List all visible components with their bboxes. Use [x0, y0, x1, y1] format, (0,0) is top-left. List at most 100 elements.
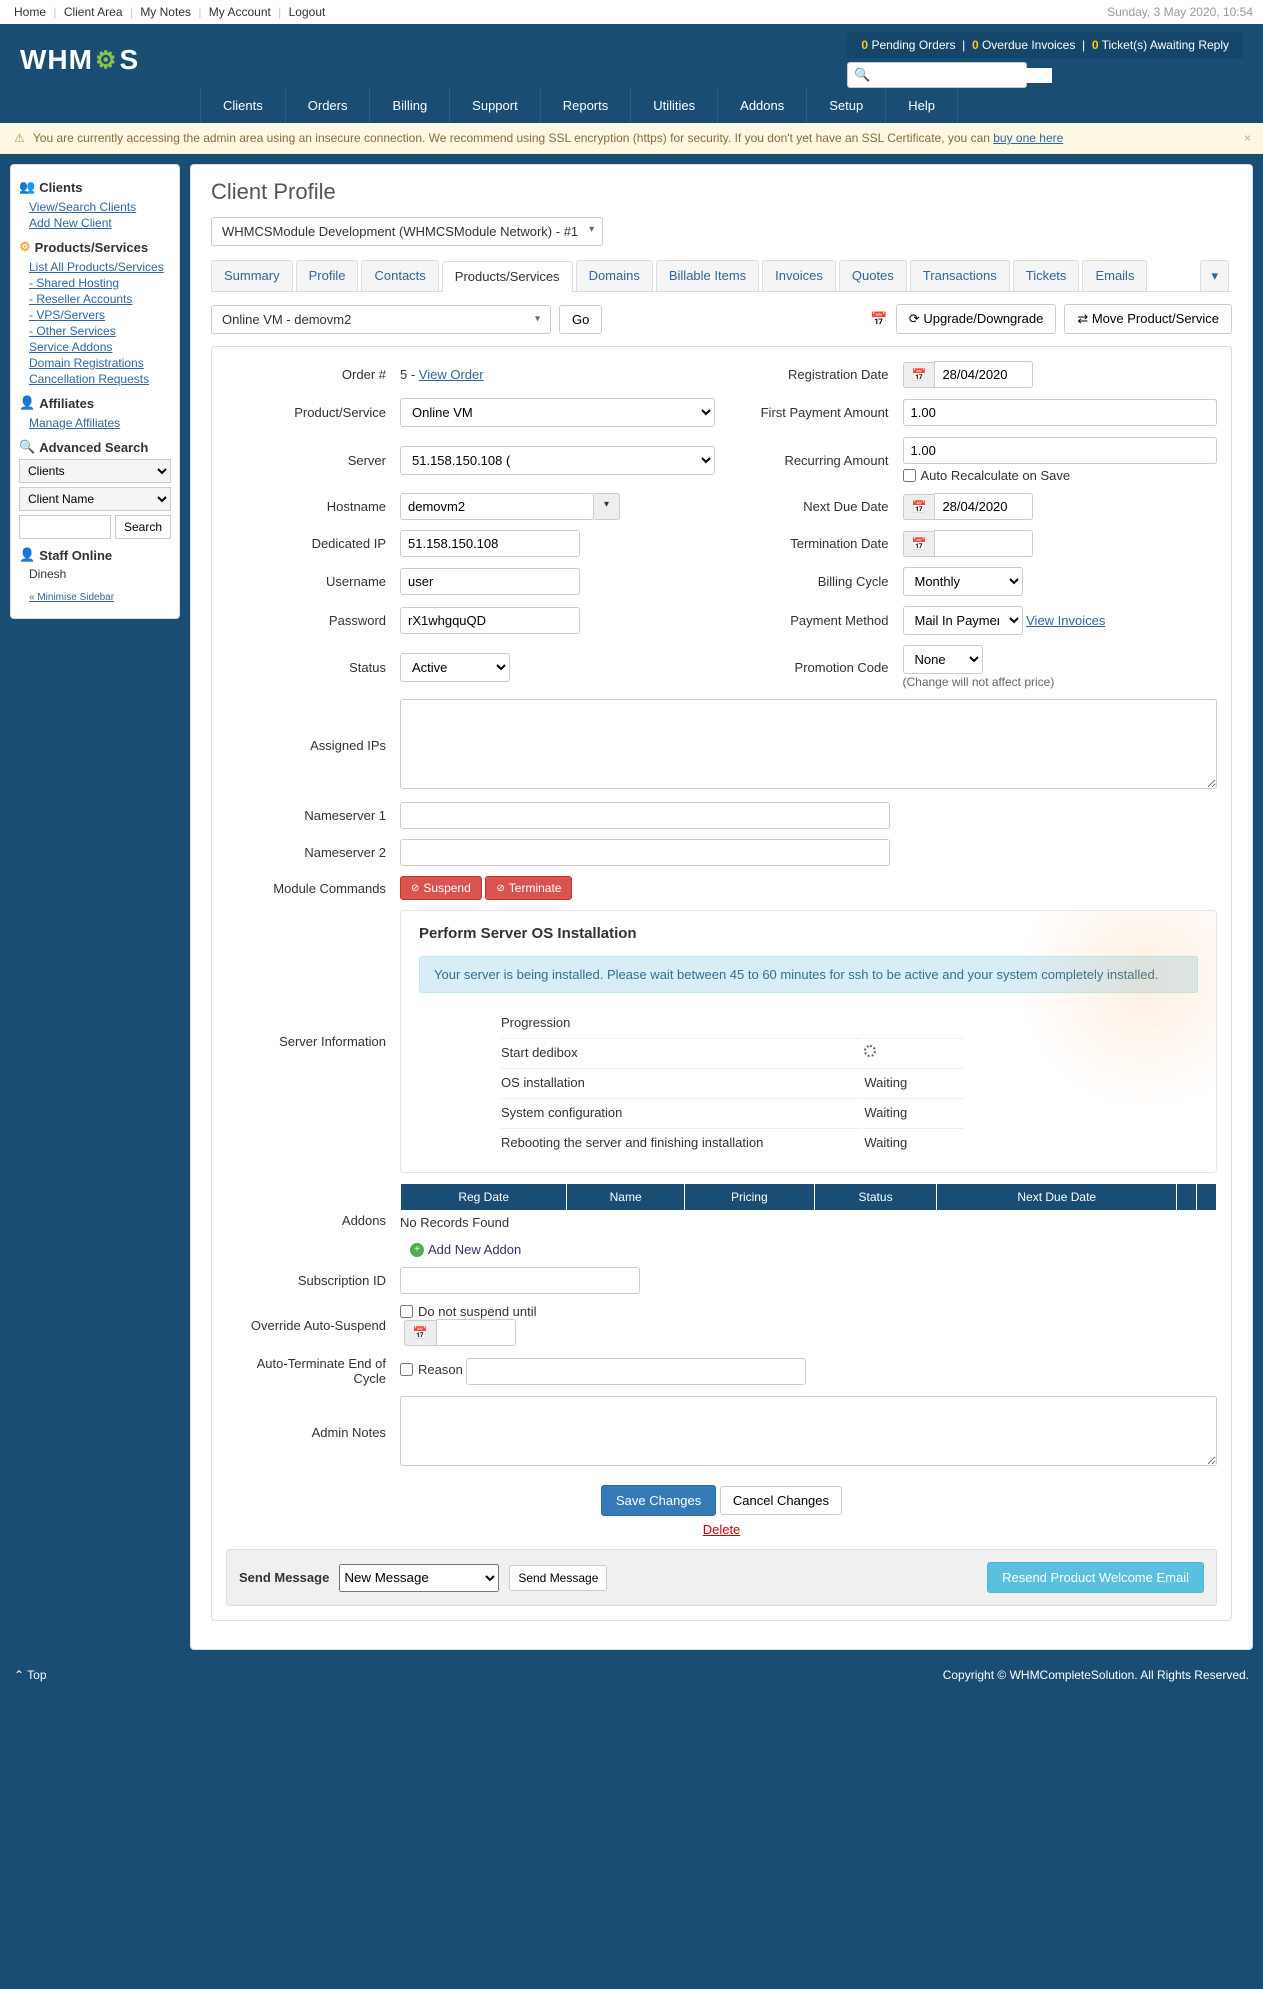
advsearch-type[interactable]: Clients	[19, 459, 171, 483]
sendmsg-button[interactable]: Send Message	[509, 1565, 607, 1591]
minimise-sidebar[interactable]: « Minimise Sidebar	[19, 591, 171, 604]
top-myaccount[interactable]: My Account	[205, 5, 275, 19]
global-search[interactable]: 🔍	[847, 62, 1027, 88]
hostname-input[interactable]	[400, 493, 594, 520]
go-button[interactable]: Go	[559, 305, 602, 334]
cancel-button[interactable]: Cancel Changes	[720, 1486, 842, 1515]
nav-addons[interactable]: Addons	[717, 88, 806, 123]
server-select[interactable]: 51.158.150.108 (	[400, 446, 715, 475]
close-warning[interactable]: ×	[1244, 131, 1251, 145]
terminate-button[interactable]: ⊘Terminate	[485, 876, 572, 900]
firstpay-input[interactable]	[903, 399, 1218, 426]
tab-summary[interactable]: Summary	[211, 260, 293, 291]
tab-invoices[interactable]: Invoices	[762, 260, 836, 291]
back-to-top[interactable]: ⌃ Top	[14, 1668, 47, 1682]
nav-reports[interactable]: Reports	[540, 88, 631, 123]
sidebar-add-client[interactable]: Add New Client	[19, 215, 171, 231]
autorecalc-check[interactable]	[903, 469, 916, 482]
tab-emails[interactable]: Emails	[1082, 260, 1147, 291]
recurring-input[interactable]	[903, 437, 1218, 464]
nav-billing[interactable]: Billing	[369, 88, 449, 123]
autoterm-reason[interactable]	[466, 1358, 806, 1385]
upgrade-button[interactable]: ⟳ Upgrade/Downgrade	[896, 304, 1056, 334]
tab-more[interactable]: ▾	[1200, 260, 1229, 291]
sidebar-vps[interactable]: - VPS/Servers	[19, 307, 171, 323]
calendar-icon: 📅	[404, 1320, 436, 1346]
staff-icon: 👤	[19, 547, 35, 563]
copyright: Copyright © WHMCompleteSolution. All Rig…	[943, 1668, 1249, 1682]
add-addon-link[interactable]: +Add New Addon	[410, 1242, 1217, 1257]
sidebar-other[interactable]: - Other Services	[19, 323, 171, 339]
sendmsg-select[interactable]: New Message	[339, 1564, 499, 1592]
override-date[interactable]	[436, 1319, 516, 1346]
tab-quotes[interactable]: Quotes	[839, 260, 907, 291]
global-search-input[interactable]	[875, 68, 1052, 83]
top-mynotes[interactable]: My Notes	[136, 5, 195, 19]
sidebar-cancellations[interactable]: Cancellation Requests	[19, 371, 171, 387]
view-invoices-link[interactable]: View Invoices	[1026, 613, 1105, 628]
ns1-input[interactable]	[400, 802, 890, 829]
product-select[interactable]: Online VM	[400, 398, 715, 427]
resend-welcome-button[interactable]: Resend Product Welcome Email	[987, 1562, 1204, 1593]
pending-bar[interactable]: 0 Pending Orders | 0 Overdue Invoices | …	[847, 32, 1243, 58]
page-title: Client Profile	[211, 179, 1232, 205]
tab-profile[interactable]: Profile	[296, 260, 359, 291]
nav-orders[interactable]: Orders	[285, 88, 370, 123]
sidebar-reseller[interactable]: - Reseller Accounts	[19, 291, 171, 307]
main-nav: Clients Orders Billing Support Reports U…	[0, 88, 1263, 123]
top-home[interactable]: Home	[10, 5, 50, 19]
autoterm-check[interactable]	[400, 1363, 413, 1376]
tab-contacts[interactable]: Contacts	[361, 260, 438, 291]
save-button[interactable]: Save Changes	[601, 1485, 716, 1516]
sidebar-addons[interactable]: Service Addons	[19, 339, 171, 355]
username-input[interactable]	[400, 568, 580, 595]
assignedips-input[interactable]	[400, 699, 1217, 789]
dedip-input[interactable]	[400, 530, 580, 557]
advsearch-field[interactable]: Client Name	[19, 487, 171, 511]
password-input[interactable]	[400, 607, 580, 634]
regdate-input[interactable]	[934, 361, 1032, 388]
sidebar-shared-hosting[interactable]: - Shared Hosting	[19, 275, 171, 291]
tab-tickets[interactable]: Tickets	[1013, 260, 1080, 291]
suspend-button[interactable]: ⊘Suspend	[400, 876, 482, 900]
billing-select[interactable]: Monthly	[903, 567, 1023, 596]
sidebar-affiliates[interactable]: Manage Affiliates	[19, 415, 171, 431]
client-tabs: Summary Profile Contacts Products/Servic…	[211, 260, 1232, 292]
logo[interactable]: WHM⚙S	[20, 44, 139, 76]
termdate-input[interactable]	[934, 530, 1032, 557]
buy-ssl-link[interactable]: buy one here	[993, 131, 1063, 145]
hostname-dropdown[interactable]: ▾	[594, 493, 620, 520]
delete-link[interactable]: Delete	[226, 1522, 1217, 1537]
nav-clients[interactable]: Clients	[200, 88, 285, 123]
ns2-input[interactable]	[400, 839, 890, 866]
advsearch-input[interactable]	[19, 515, 111, 539]
nav-support[interactable]: Support	[449, 88, 540, 123]
sendmsg-label: Send Message	[239, 1570, 329, 1585]
top-logout[interactable]: Logout	[285, 5, 330, 19]
view-order-link[interactable]: View Order	[419, 367, 484, 382]
client-selector[interactable]: WHMCSModule Development (WHMCSModule Net…	[211, 217, 603, 246]
tab-transactions[interactable]: Transactions	[910, 260, 1010, 291]
datetime: Sunday, 3 May 2020, 10:54	[1107, 5, 1253, 19]
nav-setup[interactable]: Setup	[806, 88, 885, 123]
tab-products[interactable]: Products/Services	[442, 261, 573, 292]
sidebar-domains[interactable]: Domain Registrations	[19, 355, 171, 371]
nav-utilities[interactable]: Utilities	[630, 88, 717, 123]
status-select[interactable]: Active	[400, 653, 510, 682]
tab-domains[interactable]: Domains	[576, 260, 653, 291]
service-dropdown[interactable]: Online VM - demovm2	[211, 305, 551, 334]
sidebar-list-products[interactable]: List All Products/Services	[19, 259, 171, 275]
advsearch-button[interactable]: Search	[115, 515, 171, 539]
tab-billable[interactable]: Billable Items	[656, 260, 759, 291]
adminnotes-input[interactable]	[400, 1396, 1217, 1466]
nextdue-input[interactable]	[934, 493, 1032, 520]
top-clientarea[interactable]: Client Area	[60, 5, 127, 19]
paymethod-select[interactable]: Mail In Payment	[903, 606, 1023, 635]
subid-input[interactable]	[400, 1267, 640, 1294]
sidebar-view-clients[interactable]: View/Search Clients	[19, 199, 171, 215]
overdue-icon: 📅	[870, 311, 887, 328]
override-check[interactable]	[400, 1305, 413, 1318]
promo-select[interactable]: None	[903, 645, 983, 674]
nav-help[interactable]: Help	[885, 88, 958, 123]
move-button[interactable]: ⇄ Move Product/Service	[1064, 304, 1232, 334]
